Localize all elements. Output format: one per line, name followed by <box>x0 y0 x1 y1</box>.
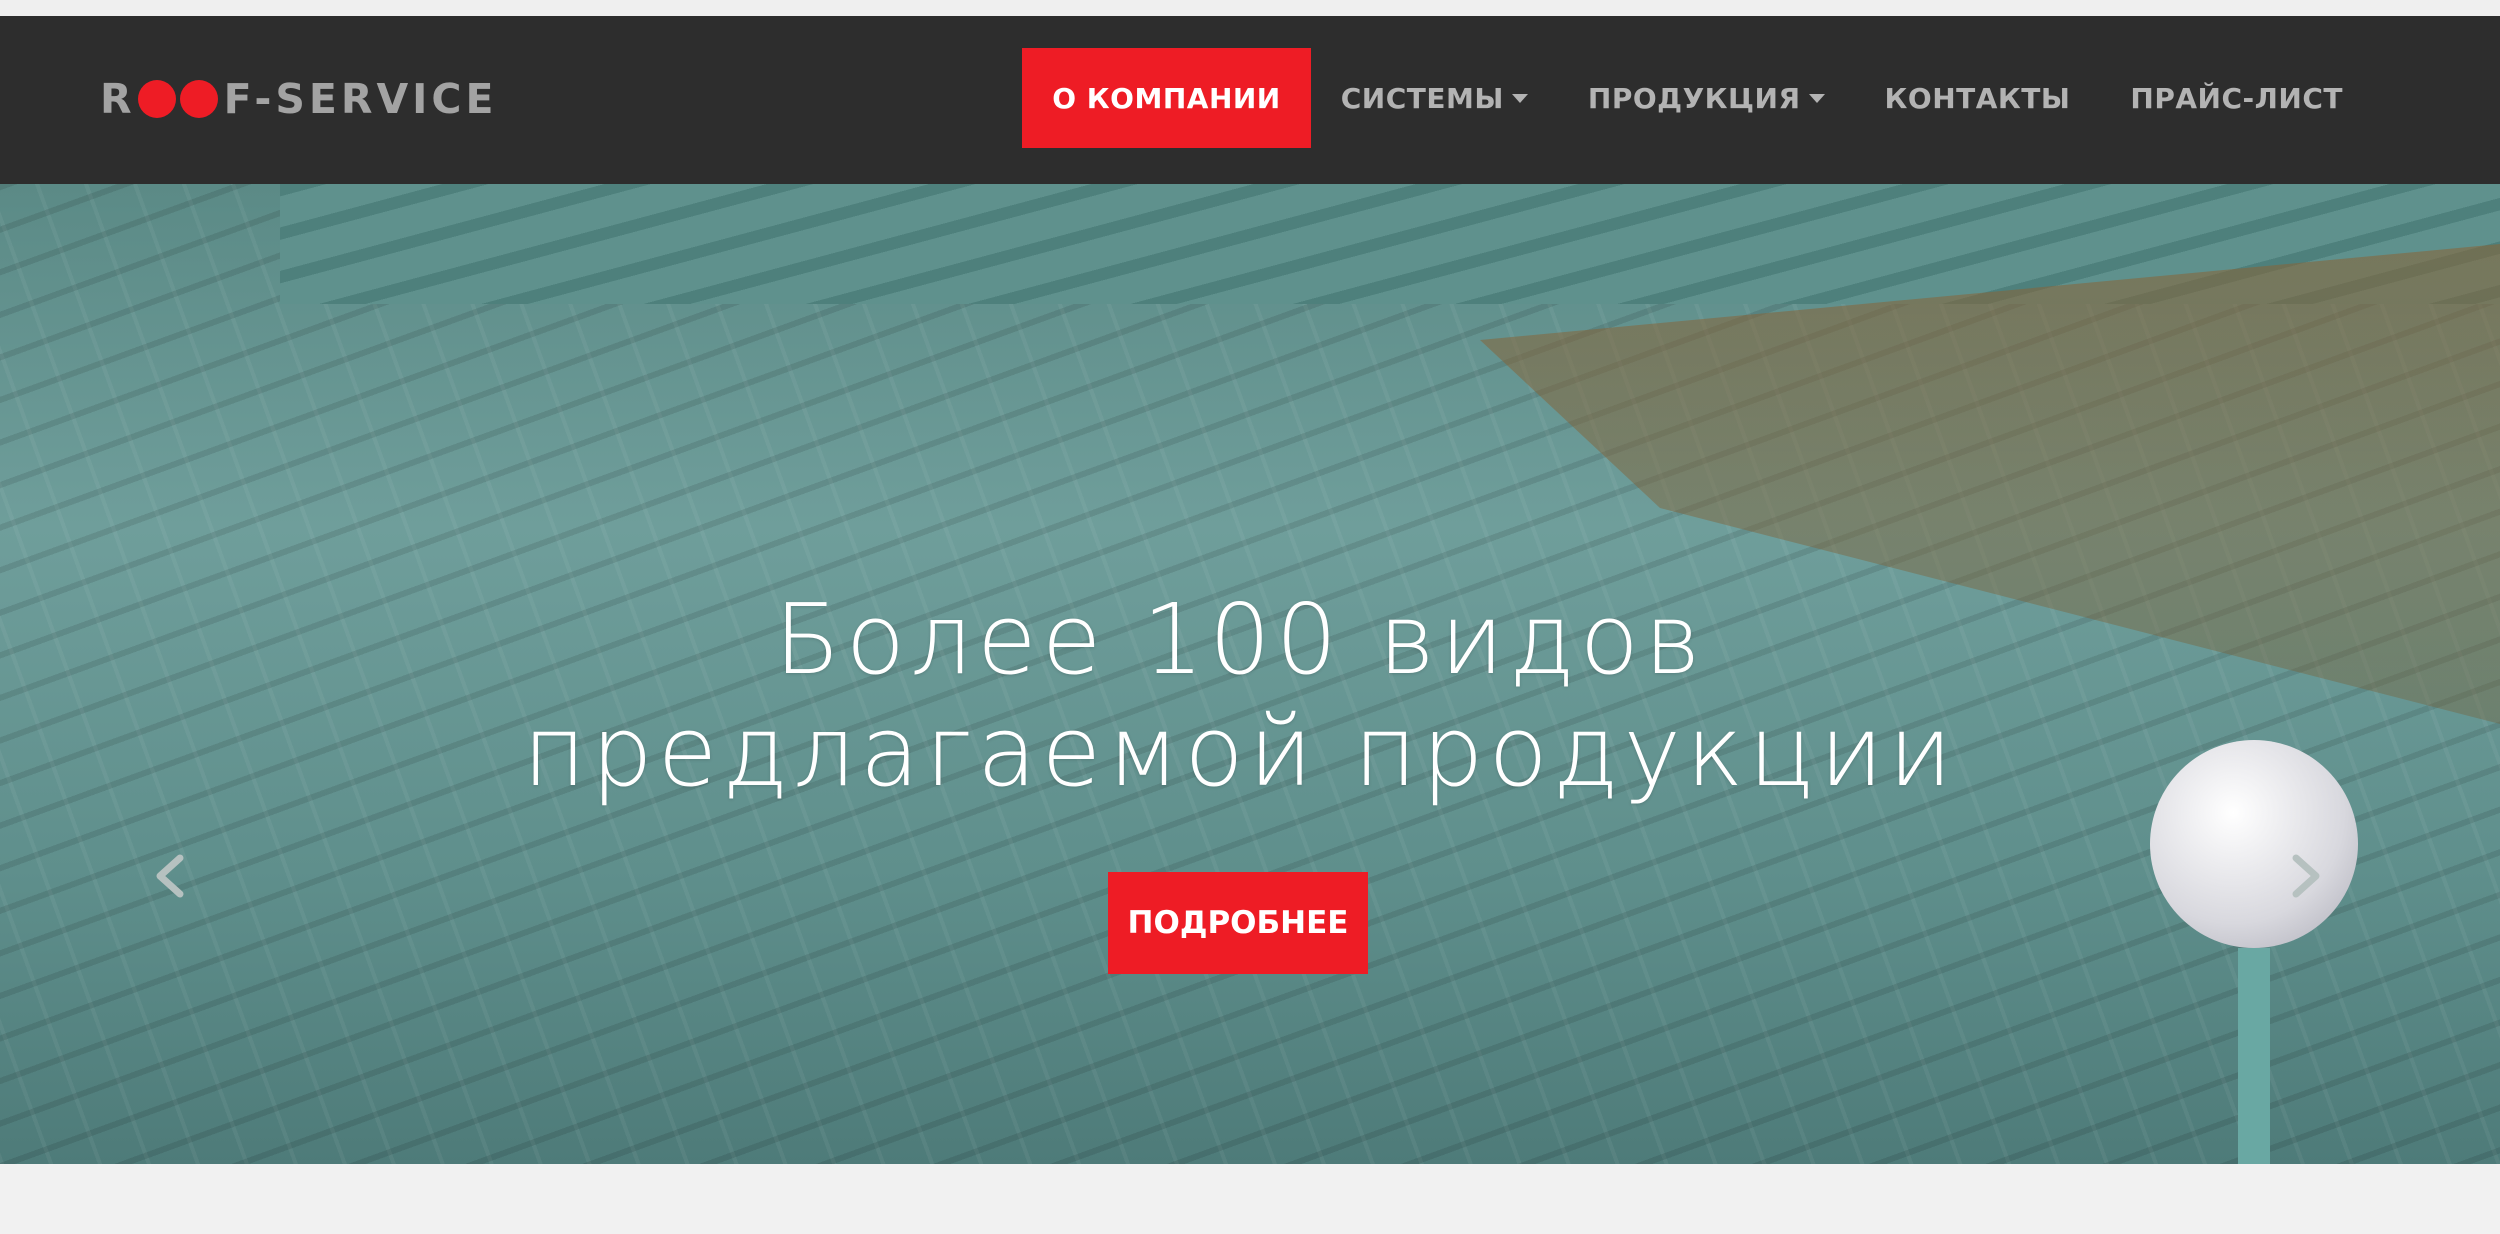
more-button[interactable]: ПОДРОБНЕЕ <box>1108 872 1368 974</box>
caret-down-icon <box>1511 93 1528 103</box>
hero-headline: Более 100 видов предлагаемой продукции <box>500 584 1980 808</box>
nav-item-price-list[interactable]: ПРАЙС-ЛИСТ <box>2100 48 2373 148</box>
hero-background-lamp <box>2150 740 2358 948</box>
page-content-area <box>0 1164 2500 1234</box>
nav-item-label: ПРАЙС-ЛИСТ <box>2130 81 2343 115</box>
nav-item-products[interactable]: ПРОДУКЦИЯ <box>1558 48 1855 148</box>
slider-prev-button[interactable] <box>146 852 194 900</box>
nav-item-label: О КОМПАНИИ <box>1052 81 1281 115</box>
hero-headline-line2: предлагаемой продукции <box>522 695 1958 808</box>
caret-down-icon <box>1808 93 1825 103</box>
nav-item-label: СИСТЕМЫ <box>1340 81 1504 115</box>
chevron-left-icon <box>156 854 184 898</box>
nav-item-label: ПРОДУКЦИЯ <box>1587 81 1801 115</box>
navbar: R F-SERVICE О КОМПАНИИ СИСТЕМЫ ПРОДУКЦИЯ… <box>0 16 2500 184</box>
nav-item-systems[interactable]: СИСТЕМЫ <box>1311 48 1558 148</box>
nav-item-contacts[interactable]: КОНТАКТЫ <box>1855 48 2101 148</box>
logo-prefix: R <box>100 75 136 123</box>
slider-next-button[interactable] <box>2282 852 2330 900</box>
chevron-right-icon <box>2292 854 2320 898</box>
site-logo[interactable]: R F-SERVICE <box>100 74 498 124</box>
top-strip <box>0 0 2500 16</box>
hero-background-lamp-pole <box>2238 948 2270 1164</box>
nav-item-about[interactable]: О КОМПАНИИ <box>1022 48 1311 148</box>
main-nav: О КОМПАНИИ СИСТЕМЫ ПРОДУКЦИЯ КОНТАКТЫ ПР… <box>1022 48 2373 148</box>
logo-suffix: F-SERVICE <box>223 75 498 123</box>
hero-slider: Более 100 видов предлагаемой продукции П… <box>0 184 2500 1164</box>
nav-item-label: КОНТАКТЫ <box>1884 81 2071 115</box>
hero-headline-line1: Более 100 видов <box>774 583 1706 696</box>
logo-dots-icon <box>137 80 222 118</box>
more-button-label: ПОДРОБНЕЕ <box>1127 905 1349 941</box>
